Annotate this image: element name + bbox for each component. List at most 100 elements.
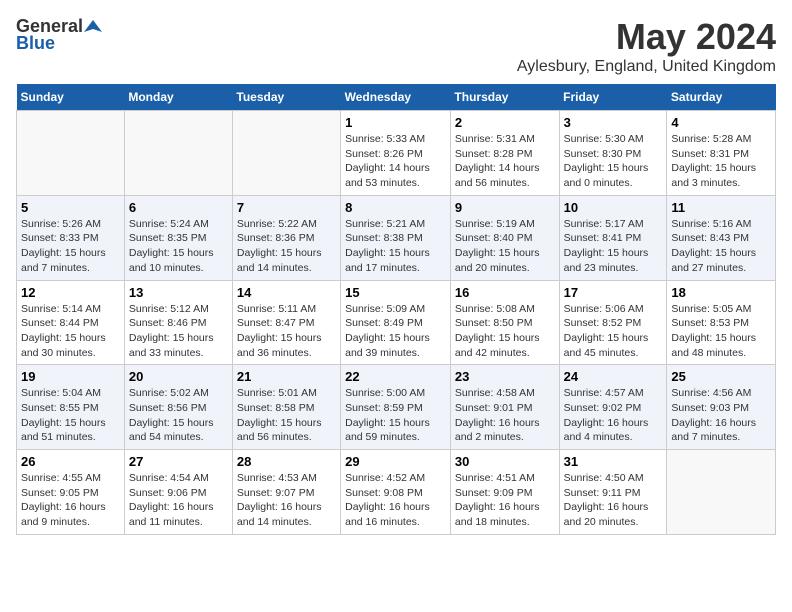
day-number: 27 xyxy=(129,454,228,469)
day-info: Sunrise: 5:12 AMSunset: 8:46 PMDaylight:… xyxy=(129,302,228,361)
day-number: 7 xyxy=(237,200,336,215)
day-info: Sunrise: 4:52 AMSunset: 9:08 PMDaylight:… xyxy=(345,471,446,530)
header-day-saturday: Saturday xyxy=(667,84,776,111)
calendar-cell xyxy=(124,111,232,196)
calendar-cell: 5 Sunrise: 5:26 AMSunset: 8:33 PMDaylight… xyxy=(17,195,125,280)
day-info: Sunrise: 5:00 AMSunset: 8:59 PMDaylight:… xyxy=(345,386,446,445)
day-info: Sunrise: 5:19 AMSunset: 8:40 PMDaylight:… xyxy=(455,217,555,276)
day-info: Sunrise: 4:53 AMSunset: 9:07 PMDaylight:… xyxy=(237,471,336,530)
calendar-cell: 19Sunrise: 5:04 AMSunset: 8:55 PMDayligh… xyxy=(17,365,125,450)
day-number: 14 xyxy=(237,285,336,300)
calendar-cell: 26Sunrise: 4:55 AMSunset: 9:05 PMDayligh… xyxy=(17,450,125,535)
calendar-cell: 12 Sunrise: 5:14 AMSunset: 8:44 PMDayligh… xyxy=(17,280,125,365)
day-number: 6 xyxy=(129,200,228,215)
day-info: Sunrise: 5:28 AMSunset: 8:31 PMDaylight:… xyxy=(671,132,771,191)
day-info: Sunrise: 5:14 AMSunset: 8:44 PMDaylight:… xyxy=(21,302,120,361)
calendar-cell: 22 Sunrise: 5:00 AMSunset: 8:59 PMDayligh… xyxy=(341,365,451,450)
calendar-cell xyxy=(667,450,776,535)
calendar-cell: 20 Sunrise: 5:02 AMSunset: 8:56 PMDayligh… xyxy=(124,365,232,450)
day-number: 22 xyxy=(345,369,446,384)
calendar-cell: 24 Sunrise: 4:57 AMSunset: 9:02 PMDayligh… xyxy=(559,365,667,450)
calendar-cell: 4Sunrise: 5:28 AMSunset: 8:31 PMDaylight… xyxy=(667,111,776,196)
day-number: 28 xyxy=(237,454,336,469)
calendar-cell: 1Sunrise: 5:33 AMSunset: 8:26 PMDaylight… xyxy=(341,111,451,196)
calendar-cell: 27 Sunrise: 4:54 AMSunset: 9:06 PMDayligh… xyxy=(124,450,232,535)
day-info: Sunrise: 4:51 AMSunset: 9:09 PMDaylight:… xyxy=(455,471,555,530)
day-info: Sunrise: 5:26 AMSunset: 8:33 PMDaylight:… xyxy=(21,217,120,276)
calendar-cell: 18Sunrise: 5:05 AMSunset: 8:53 PMDayligh… xyxy=(667,280,776,365)
week-row-4: 19Sunrise: 5:04 AMSunset: 8:55 PMDayligh… xyxy=(17,365,776,450)
calendar-cell xyxy=(17,111,125,196)
day-number: 5 xyxy=(21,200,120,215)
calendar-cell: 2 Sunrise: 5:31 AMSunset: 8:28 PMDaylight… xyxy=(450,111,559,196)
day-number: 26 xyxy=(21,454,120,469)
logo-bird-icon xyxy=(84,18,102,36)
day-info: Sunrise: 5:01 AMSunset: 8:58 PMDaylight:… xyxy=(237,386,336,445)
header-day-sunday: Sunday xyxy=(17,84,125,111)
day-info: Sunrise: 5:02 AMSunset: 8:56 PMDaylight:… xyxy=(129,386,228,445)
day-number: 2 xyxy=(455,115,555,130)
day-info: Sunrise: 4:57 AMSunset: 9:02 PMDaylight:… xyxy=(564,386,663,445)
day-info: Sunrise: 5:17 AMSunset: 8:41 PMDaylight:… xyxy=(564,217,663,276)
calendar-cell: 8 Sunrise: 5:21 AMSunset: 8:38 PMDaylight… xyxy=(341,195,451,280)
calendar-cell: 23Sunrise: 4:58 AMSunset: 9:01 PMDayligh… xyxy=(450,365,559,450)
day-info: Sunrise: 5:11 AMSunset: 8:47 PMDaylight:… xyxy=(237,302,336,361)
day-info: Sunrise: 5:04 AMSunset: 8:55 PMDaylight:… xyxy=(21,386,120,445)
day-info: Sunrise: 5:33 AMSunset: 8:26 PMDaylight:… xyxy=(345,132,446,191)
day-info: Sunrise: 5:06 AMSunset: 8:52 PMDaylight:… xyxy=(564,302,663,361)
day-number: 24 xyxy=(564,369,663,384)
calendar-cell: 28 Sunrise: 4:53 AMSunset: 9:07 PMDayligh… xyxy=(232,450,340,535)
day-number: 15 xyxy=(345,285,446,300)
week-row-3: 12 Sunrise: 5:14 AMSunset: 8:44 PMDayligh… xyxy=(17,280,776,365)
calendar-header-row: SundayMondayTuesdayWednesdayThursdayFrid… xyxy=(17,84,776,111)
day-info: Sunrise: 4:50 AMSunset: 9:11 PMDaylight:… xyxy=(564,471,663,530)
day-number: 16 xyxy=(455,285,555,300)
calendar-cell: 11 Sunrise: 5:16 AMSunset: 8:43 PMDayligh… xyxy=(667,195,776,280)
calendar-cell: 14 Sunrise: 5:11 AMSunset: 8:47 PMDayligh… xyxy=(232,280,340,365)
day-number: 17 xyxy=(564,285,663,300)
day-number: 21 xyxy=(237,369,336,384)
header: General Blue May 2024 Aylesbury, England… xyxy=(16,16,776,76)
calendar-cell: 7Sunrise: 5:22 AMSunset: 8:36 PMDaylight… xyxy=(232,195,340,280)
day-number: 12 xyxy=(21,285,120,300)
day-info: Sunrise: 5:08 AMSunset: 8:50 PMDaylight:… xyxy=(455,302,555,361)
day-info: Sunrise: 5:31 AMSunset: 8:28 PMDaylight:… xyxy=(455,132,555,191)
header-day-wednesday: Wednesday xyxy=(341,84,451,111)
day-info: Sunrise: 4:58 AMSunset: 9:01 PMDaylight:… xyxy=(455,386,555,445)
calendar-cell: 3Sunrise: 5:30 AMSunset: 8:30 PMDaylight… xyxy=(559,111,667,196)
day-info: Sunrise: 5:16 AMSunset: 8:43 PMDaylight:… xyxy=(671,217,771,276)
calendar-cell: 16 Sunrise: 5:08 AMSunset: 8:50 PMDayligh… xyxy=(450,280,559,365)
day-info: Sunrise: 5:21 AMSunset: 8:38 PMDaylight:… xyxy=(345,217,446,276)
day-info: Sunrise: 5:24 AMSunset: 8:35 PMDaylight:… xyxy=(129,217,228,276)
location-title: Aylesbury, England, United Kingdom xyxy=(517,58,776,76)
calendar-cell: 21 Sunrise: 5:01 AMSunset: 8:58 PMDayligh… xyxy=(232,365,340,450)
day-number: 10 xyxy=(564,200,663,215)
calendar-cell: 25Sunrise: 4:56 AMSunset: 9:03 PMDayligh… xyxy=(667,365,776,450)
day-info: Sunrise: 5:09 AMSunset: 8:49 PMDaylight:… xyxy=(345,302,446,361)
header-day-friday: Friday xyxy=(559,84,667,111)
day-number: 8 xyxy=(345,200,446,215)
week-row-5: 26Sunrise: 4:55 AMSunset: 9:05 PMDayligh… xyxy=(17,450,776,535)
day-info: Sunrise: 4:56 AMSunset: 9:03 PMDaylight:… xyxy=(671,386,771,445)
header-day-monday: Monday xyxy=(124,84,232,111)
day-info: Sunrise: 4:54 AMSunset: 9:06 PMDaylight:… xyxy=(129,471,228,530)
header-day-tuesday: Tuesday xyxy=(232,84,340,111)
day-number: 29 xyxy=(345,454,446,469)
day-number: 30 xyxy=(455,454,555,469)
calendar-cell: 31 Sunrise: 4:50 AMSunset: 9:11 PMDayligh… xyxy=(559,450,667,535)
calendar-cell xyxy=(232,111,340,196)
day-info: Sunrise: 5:30 AMSunset: 8:30 PMDaylight:… xyxy=(564,132,663,191)
calendar-cell: 29 Sunrise: 4:52 AMSunset: 9:08 PMDayligh… xyxy=(341,450,451,535)
day-number: 13 xyxy=(129,285,228,300)
header-day-thursday: Thursday xyxy=(450,84,559,111)
logo: General Blue xyxy=(16,16,102,54)
calendar-cell: 15 Sunrise: 5:09 AMSunset: 8:49 PMDayligh… xyxy=(341,280,451,365)
day-number: 20 xyxy=(129,369,228,384)
calendar-cell: 6 Sunrise: 5:24 AMSunset: 8:35 PMDaylight… xyxy=(124,195,232,280)
day-number: 31 xyxy=(564,454,663,469)
day-number: 11 xyxy=(671,200,771,215)
month-title: May 2024 xyxy=(517,16,776,58)
calendar-cell: 9Sunrise: 5:19 AMSunset: 8:40 PMDaylight… xyxy=(450,195,559,280)
week-row-2: 5 Sunrise: 5:26 AMSunset: 8:33 PMDaylight… xyxy=(17,195,776,280)
day-info: Sunrise: 5:05 AMSunset: 8:53 PMDaylight:… xyxy=(671,302,771,361)
